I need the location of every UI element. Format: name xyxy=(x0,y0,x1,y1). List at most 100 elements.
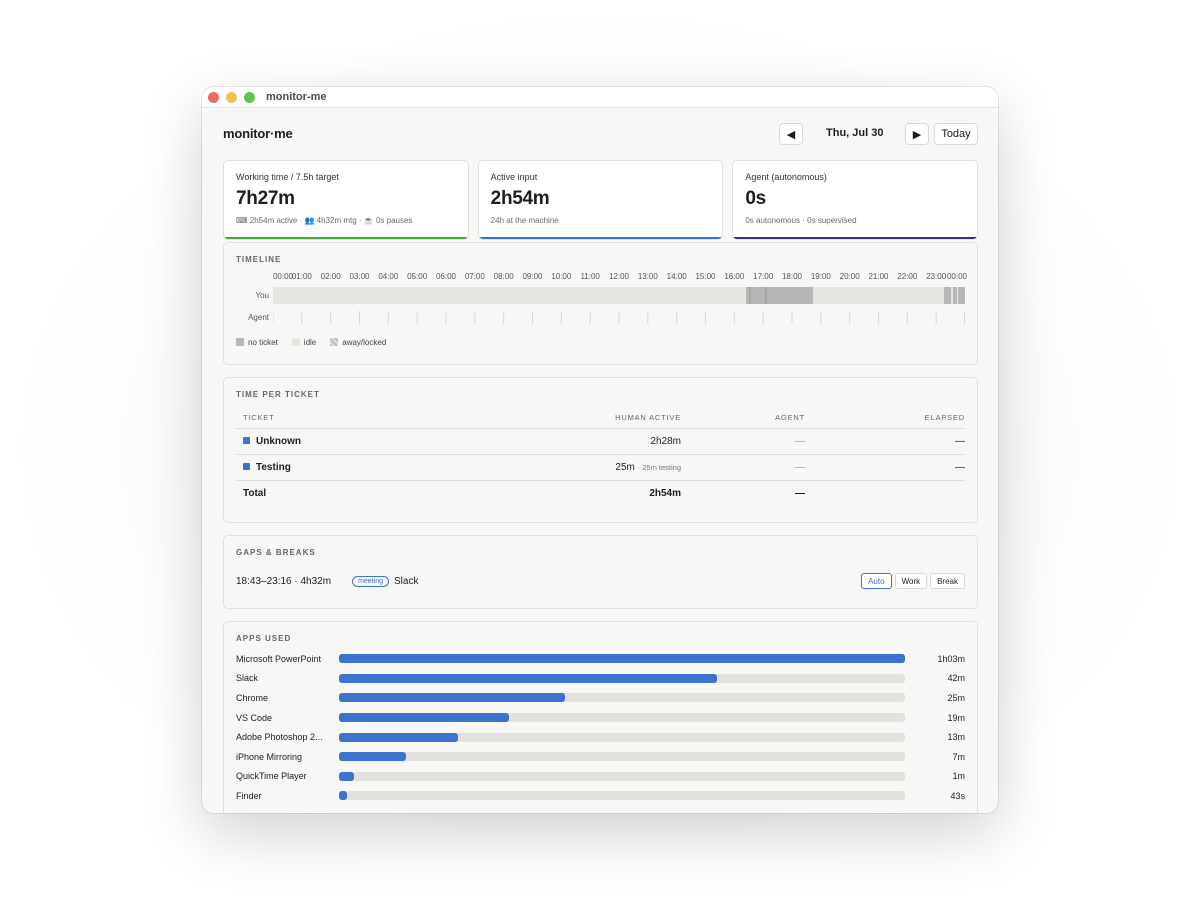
app-usage-track xyxy=(339,713,905,723)
app-name: Adobe Photoshop 2... xyxy=(236,732,323,743)
app-usage-track xyxy=(339,752,905,762)
app-name: Chrome xyxy=(236,692,269,703)
app-name: Finder xyxy=(236,790,262,801)
app-usage-fill xyxy=(339,732,458,742)
current-date: Thu, Jul 30 xyxy=(826,127,884,139)
app-usage-track xyxy=(339,654,905,664)
app-time: 13m xyxy=(947,732,965,743)
hour-tick-label: 10:00 xyxy=(551,272,572,281)
hour-tick-label: 19:00 xyxy=(810,272,831,281)
timeline-row-you: You xyxy=(236,284,965,306)
col-elapsed: ELAPSED xyxy=(805,413,965,429)
app-row: Microsoft PowerPoint 1h03m xyxy=(236,649,965,669)
legend-label: idle xyxy=(303,338,317,347)
idle-segment xyxy=(957,286,958,304)
card-accent-bar xyxy=(733,237,978,239)
header: monitor·me ◀ Thu, Jul 30 ▶ Today xyxy=(223,108,978,160)
app-usage-fill xyxy=(339,791,348,801)
card-accent-bar xyxy=(478,237,723,239)
hour-tick-label: 11:00 xyxy=(580,272,600,281)
hour-tick-label: 02:00 xyxy=(320,272,341,281)
card-value: 0s xyxy=(745,188,766,209)
col-ticket: TICKET xyxy=(236,413,458,429)
app-time: 1m xyxy=(952,771,965,782)
prev-day-button[interactable]: ◀ xyxy=(779,123,803,145)
app-time: 42m xyxy=(947,673,965,684)
close-window-button[interactable] xyxy=(208,91,219,103)
no-ticket-segment xyxy=(746,286,813,304)
human-active-value: 25m xyxy=(615,462,635,473)
app-row: Chrome 25m xyxy=(236,688,965,708)
app-usage-track xyxy=(339,771,905,781)
app-name: QuickTime Player xyxy=(236,771,307,782)
hour-tick-label: 04:00 xyxy=(378,272,399,281)
agent-timeline-track[interactable] xyxy=(273,309,965,326)
hour-tick-label: 15:00 xyxy=(695,272,716,281)
gap-row: 18:43–23:16 · 4h32m meeting Slack Auto W… xyxy=(236,573,965,589)
gap-classifier: Auto Work Break xyxy=(861,573,965,589)
app-time: 25m xyxy=(947,692,965,703)
hour-tick-label: 20:00 xyxy=(839,272,860,281)
legend-swatch xyxy=(236,338,244,346)
human-active-note: · 25m testing xyxy=(637,463,681,472)
you-timeline-track[interactable] xyxy=(273,286,965,304)
table-row[interactable]: Unknown 2h28m — — xyxy=(236,428,965,455)
ticket-title: TIME PER TICKET xyxy=(236,390,320,399)
ticket-table: TICKET HUMAN ACTIVE AGENT ELAPSED Unknow… xyxy=(236,413,965,506)
gap-app: Slack xyxy=(393,575,419,587)
legend-swatch xyxy=(330,338,339,346)
card-label: Active input xyxy=(490,172,538,182)
hour-tick-label: 08:00 xyxy=(493,272,514,281)
card-sub: 0s autonomous · 0s supervised xyxy=(745,216,857,225)
hour-tick-label: 09:00 xyxy=(522,272,543,281)
app-row: VS Code 19m xyxy=(236,708,965,728)
no-ticket-segment xyxy=(765,286,767,304)
timeline-title: TIMELINE xyxy=(236,255,282,264)
next-day-button[interactable]: ▶ xyxy=(905,123,929,145)
title-bar: monitor-me xyxy=(202,87,998,108)
app-row: Slack 42m xyxy=(236,669,965,689)
no-ticket-segment xyxy=(749,286,751,304)
agent-card: Agent (autonomous) 0s 0s autonomous · 0s… xyxy=(732,160,979,240)
hour-tick-label: 18:00 xyxy=(781,272,803,281)
no-ticket-segment xyxy=(944,286,965,304)
working-time-card: Working time / 7.5h target 7h27m ⌨ 2h54m… xyxy=(223,160,469,240)
app-usage-fill xyxy=(339,693,566,703)
app-time: 7m xyxy=(952,751,965,762)
app-usage-fill xyxy=(339,713,509,723)
work-button[interactable]: Work xyxy=(894,573,928,589)
app-window: monitor-me monitor·me ◀ Thu, Jul 30 ▶ To… xyxy=(202,87,998,813)
app-time: 1h03m xyxy=(937,653,965,664)
ticket-name: Testing xyxy=(256,462,291,473)
human-active-value: 2h28m xyxy=(650,436,681,447)
hour-tick-label: 06:00 xyxy=(435,272,457,281)
hour-tick-label: 13:00 xyxy=(637,272,658,281)
zoom-window-button[interactable] xyxy=(244,91,255,103)
app-row: Adobe Photoshop 2... 13m xyxy=(236,727,965,747)
gap-range: 18:43–23:16 · 4h32m xyxy=(236,575,332,587)
timeline-panel: TIMELINE 00:00 01:00 02:00 03:00 04:00 05:00 0… xyxy=(223,242,978,365)
legend-idle: idle xyxy=(291,338,317,347)
hour-tick-label: 21:00 xyxy=(868,272,889,281)
elapsed-value: — xyxy=(805,454,965,481)
break-button[interactable]: Break xyxy=(930,573,965,589)
row-label: You xyxy=(255,290,270,300)
minimize-window-button[interactable] xyxy=(226,91,237,103)
card-sub: 24h at the machine xyxy=(490,216,559,225)
agent-value: — xyxy=(681,428,805,455)
app-usage-track xyxy=(339,791,905,801)
auto-button[interactable]: Auto xyxy=(861,573,892,589)
ticket-name: Unknown xyxy=(256,436,301,447)
gaps-title: GAPS & BREAKS xyxy=(236,548,316,557)
app-usage-track xyxy=(339,673,905,683)
app-time: 43s xyxy=(950,790,965,801)
ticket-color-dot xyxy=(243,437,250,444)
app-time: 19m xyxy=(947,712,965,723)
app-name: iPhone Mirroring xyxy=(236,751,303,762)
today-button[interactable]: Today xyxy=(934,123,978,145)
table-row[interactable]: Testing 25m · 25m testing — — xyxy=(236,454,965,481)
active-input-card: Active input 2h54m 24h at the machine xyxy=(477,160,724,240)
gap-tag: meeting xyxy=(352,575,389,587)
idle-segment xyxy=(951,286,953,304)
card-sub: ⌨ 2h54m active · 👥 4h32m mtg · ☕ 0s paus… xyxy=(236,216,413,225)
